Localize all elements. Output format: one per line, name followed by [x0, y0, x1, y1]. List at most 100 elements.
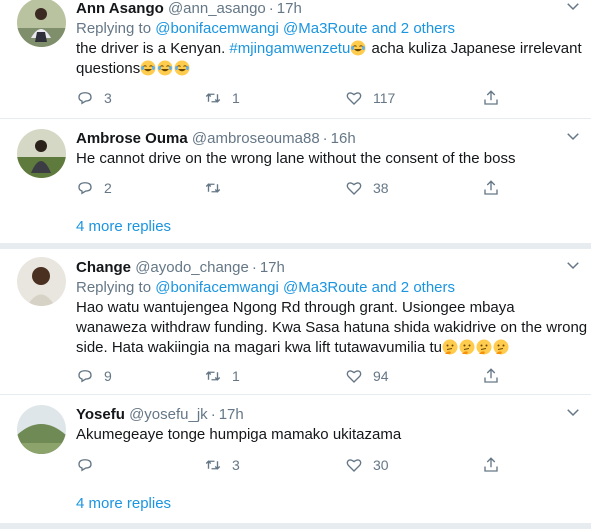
- tweet-text-part: acha kuliza Japanese irrelevant: [371, 40, 582, 57]
- like-count: 30: [373, 457, 389, 473]
- heart-icon: [346, 182, 362, 195]
- user-handle[interactable]: @ambroseouma88: [192, 130, 320, 147]
- timestamp[interactable]: 17h: [260, 259, 285, 276]
- tweet-header: Ann Asango @ann_asango · 17h: [76, 0, 579, 19]
- like-count: 117: [373, 90, 396, 106]
- reply-count: 2: [104, 180, 112, 196]
- thinking-emoji-icon: [493, 339, 509, 355]
- retweet-count: 1: [232, 90, 240, 106]
- replying-to: Replying to @bonifacemwangi @Ma3Route an…: [76, 19, 579, 39]
- separator-dot: ·: [210, 406, 216, 423]
- tweet-actions: 9 1 94: [76, 366, 516, 386]
- separator-dot: ·: [251, 259, 257, 276]
- like-count: 94: [373, 368, 389, 384]
- like-button[interactable]: 38: [345, 178, 389, 198]
- share-button[interactable]: [482, 366, 500, 386]
- separator-dot: ·: [268, 0, 274, 17]
- replying-to-link[interactable]: @bonifacemwangi @Ma3Route and 2 others: [155, 279, 455, 296]
- reply-button[interactable]: 3: [76, 88, 112, 108]
- thinking-emoji-icon: [459, 339, 475, 355]
- like-button[interactable]: 117: [345, 88, 395, 108]
- share-button[interactable]: [482, 88, 500, 108]
- tweet-header: Ambrose Ouma @ambroseouma88 · 16h: [76, 129, 579, 149]
- retweet-button[interactable]: 1: [204, 366, 240, 386]
- timestamp[interactable]: 17h: [277, 0, 302, 17]
- reply-button[interactable]: 9: [76, 366, 112, 386]
- reply-icon: [78, 459, 92, 472]
- hashtag-link[interactable]: #mjingamwenzetu: [229, 40, 350, 57]
- display-name[interactable]: Ambrose Ouma: [76, 130, 188, 147]
- show-more-replies-link[interactable]: 4 more replies: [76, 217, 171, 237]
- retweet-icon: [205, 460, 221, 470]
- thinking-emoji-icon: [442, 339, 458, 355]
- conversation-divider: [0, 523, 591, 529]
- share-icon: [484, 180, 498, 195]
- reply-button[interactable]: 2: [76, 178, 112, 198]
- reply-icon: [78, 370, 92, 383]
- tweet-text: Hao watu wantujengea Ngong Rd through gr…: [76, 299, 515, 316]
- reply-icon: [78, 182, 92, 195]
- avatar[interactable]: [17, 257, 66, 306]
- tweet-text-part: questions: [76, 60, 141, 77]
- tweet-actions: 3 30: [76, 455, 516, 475]
- retweet-icon: [205, 183, 221, 193]
- thinking-emoji-icon: [476, 339, 492, 355]
- reply-count: 9: [104, 368, 112, 384]
- tweet-text-part: side. Hata wakiingia na magari kwa lift …: [76, 339, 442, 356]
- display-name[interactable]: Yosefu: [76, 406, 125, 423]
- avatar[interactable]: [17, 129, 66, 178]
- like-count: 38: [373, 180, 389, 196]
- retweet-count: 3: [232, 457, 240, 473]
- tweet-ann-asango[interactable]: Ann Asango @ann_asango · 17h Replying to @…: [0, 0, 591, 118]
- timestamp[interactable]: 16h: [331, 130, 356, 147]
- tweet-ambrose-ouma[interactable]: Ambrose Ouma @ambroseouma88 · 16h He canno…: [0, 119, 591, 209]
- replying-prefix: Replying to: [76, 20, 152, 37]
- heart-icon: [346, 370, 362, 383]
- tweet-text: He cannot drive on the wrong lane withou…: [76, 150, 516, 167]
- user-handle[interactable]: @ann_asango: [168, 0, 266, 17]
- separator-dot: ·: [322, 130, 328, 147]
- chevron-down-icon[interactable]: [564, 127, 582, 145]
- timestamp[interactable]: 17h: [219, 406, 244, 423]
- tweet-actions: 3 1 117: [76, 88, 516, 108]
- tweet-change[interactable]: Change @ayodo_change · 17h Replying to @bo…: [0, 249, 591, 394]
- share-button[interactable]: [482, 455, 500, 475]
- chevron-down-icon[interactable]: [564, 403, 582, 421]
- user-handle[interactable]: @yosefu_jk: [129, 406, 208, 423]
- chevron-down-icon[interactable]: [564, 256, 582, 274]
- heart-icon: [346, 92, 362, 105]
- retweet-button[interactable]: 3: [204, 455, 240, 475]
- tweet-text-part: the driver is a Kenyan.: [76, 40, 226, 57]
- share-button[interactable]: [482, 178, 500, 198]
- display-name[interactable]: Change: [76, 259, 131, 276]
- like-button[interactable]: 30: [345, 455, 389, 475]
- avatar[interactable]: [17, 0, 66, 47]
- tweet-text-line-3: side. Hata wakiingia na magari kwa lift …: [76, 338, 579, 358]
- tweet-text-line-2: wanaweza withdraw funding. Kwa Sasa hatu…: [76, 319, 588, 336]
- heart-icon: [346, 459, 362, 472]
- replying-to-link[interactable]: @bonifacemwangi @Ma3Route and 2 others: [155, 20, 455, 37]
- reply-button[interactable]: [76, 455, 104, 475]
- show-more-replies-link[interactable]: 4 more replies: [76, 494, 171, 514]
- tweet-header: Yosefu @yosefu_jk · 17h: [76, 405, 579, 425]
- replying-to: Replying to @bonifacemwangi @Ma3Route an…: [76, 278, 579, 298]
- share-icon: [484, 90, 498, 105]
- reply-count: 3: [104, 90, 112, 106]
- share-icon: [484, 368, 498, 383]
- retweet-button[interactable]: 1: [204, 88, 240, 108]
- share-icon: [484, 457, 498, 472]
- replying-prefix: Replying to: [76, 279, 152, 296]
- tweet-yosefu[interactable]: Yosefu @yosefu_jk · 17h Akumegeaye tonge h…: [0, 395, 591, 485]
- tweet-text-line-2: questions: [76, 59, 579, 79]
- like-button[interactable]: 94: [345, 366, 389, 386]
- retweet-icon: [205, 371, 221, 381]
- retweet-button[interactable]: [204, 178, 232, 198]
- user-handle[interactable]: @ayodo_change: [135, 259, 249, 276]
- tweet-text: Akumegeaye tonge humpiga mamako ukitazam…: [76, 426, 402, 443]
- display-name[interactable]: Ann Asango: [76, 0, 164, 17]
- laughing-emoji-icon: [350, 40, 366, 56]
- retweet-icon: [205, 93, 221, 103]
- tweet-text: the driver is a Kenyan. #mjingamwenzetu …: [76, 39, 582, 59]
- chevron-down-icon[interactable]: [564, 0, 582, 15]
- avatar[interactable]: [17, 405, 66, 454]
